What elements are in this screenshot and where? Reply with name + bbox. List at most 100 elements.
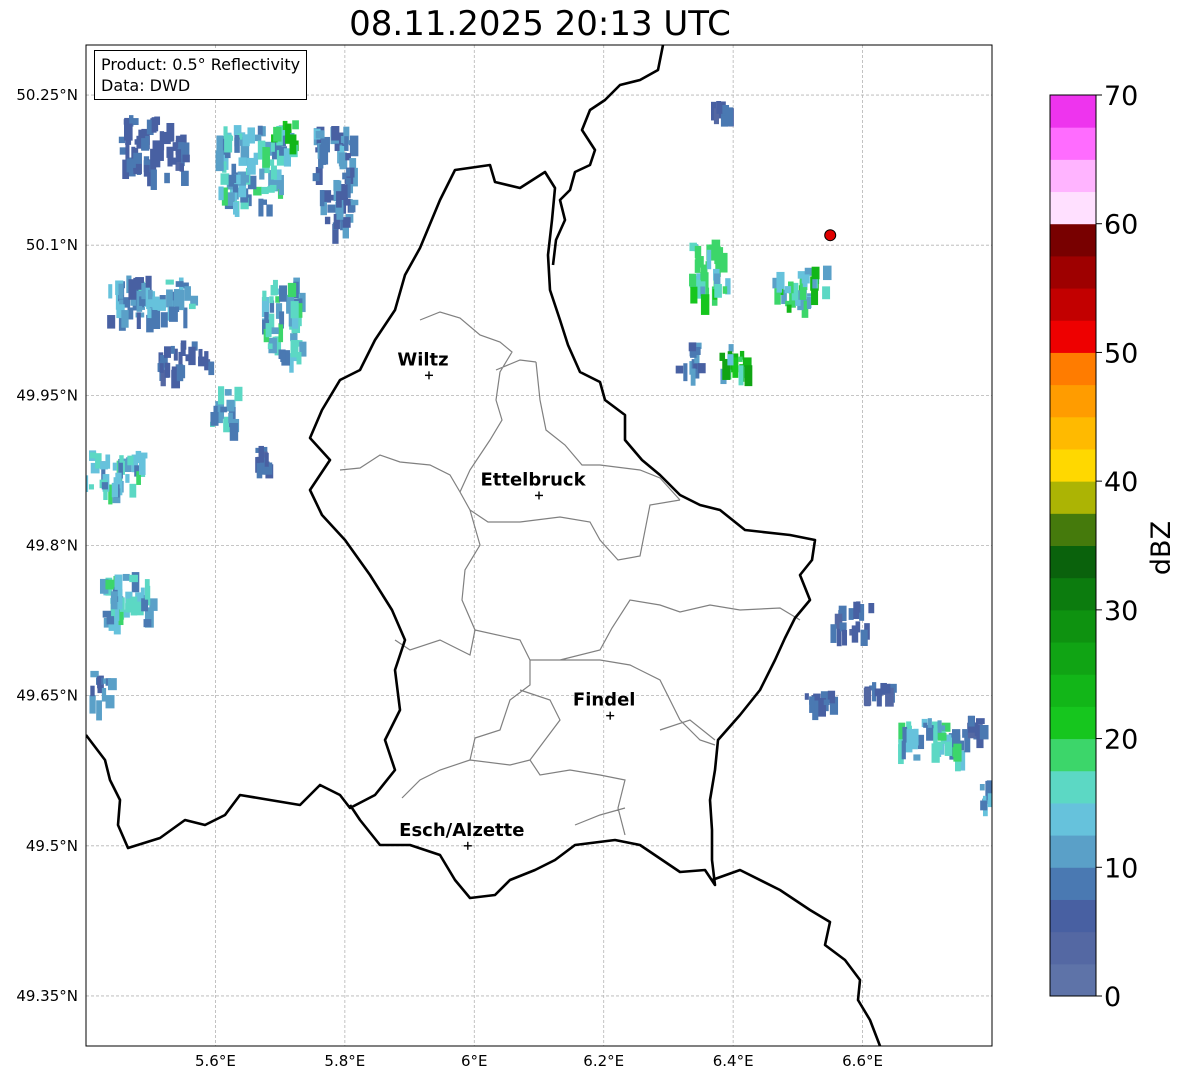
echo-pixel xyxy=(700,264,708,282)
echo-pixel xyxy=(319,190,325,207)
echo-pixel xyxy=(262,146,269,168)
echo-pixel xyxy=(689,273,697,287)
echo-pixel xyxy=(112,462,117,471)
echo-pixel xyxy=(688,342,697,352)
lon-tick-label: 5.8°E xyxy=(324,1052,365,1070)
echo-pixel xyxy=(226,399,235,412)
colorbar-tick-label: 0 xyxy=(1104,982,1121,1013)
echo-pixel xyxy=(119,455,124,463)
echo-pixel xyxy=(122,573,130,581)
echo-pixel xyxy=(238,157,247,166)
echo-pixel xyxy=(198,356,206,367)
colorbar-segment xyxy=(1050,159,1096,193)
echo-pixel xyxy=(993,800,998,819)
echo-pixel xyxy=(738,356,743,362)
echo-pixel xyxy=(108,284,113,299)
lon-tick-label: 6.6°E xyxy=(842,1052,883,1070)
echo-pixel xyxy=(809,696,815,713)
colorbar-label: dBZ xyxy=(1146,521,1177,575)
echo-pixel xyxy=(986,780,992,792)
lat-tick-label: 49.5°N xyxy=(26,837,78,855)
echo-pixel xyxy=(267,343,273,350)
echo-pixel xyxy=(806,297,811,310)
echo-pixel xyxy=(179,163,185,172)
echo-pixel xyxy=(344,136,349,151)
echo-pixel xyxy=(111,482,119,498)
echo-pixel xyxy=(280,351,286,362)
echo-pixel xyxy=(776,285,783,293)
echo-pixel xyxy=(210,411,219,426)
info-data-source: Data: DWD xyxy=(101,76,191,95)
colorbar-segment xyxy=(1050,577,1096,611)
echo-pixel xyxy=(331,126,340,141)
echo-pixel xyxy=(786,304,792,313)
echo-pixel xyxy=(839,622,847,629)
echo-pixel xyxy=(266,204,273,217)
colorbar-segment xyxy=(1050,963,1096,997)
echo-pixel xyxy=(259,199,268,205)
echo-pixel xyxy=(169,157,177,165)
echo-pixel xyxy=(346,168,351,177)
echo-pixel xyxy=(184,286,191,301)
colorbar-tick-label: 10 xyxy=(1104,853,1138,884)
echo-pixel xyxy=(128,279,137,300)
echo-pixel xyxy=(166,146,174,158)
city-label: Ettelbruck xyxy=(480,469,586,490)
echo-pixel xyxy=(217,386,225,405)
echo-pixel xyxy=(851,625,859,643)
location-marker-icon[interactable] xyxy=(824,229,837,242)
echo-pixel xyxy=(334,143,340,152)
radar-map[interactable]: Wiltz Ettelbruck Findel Esch/Alzette 50.25°… xyxy=(0,0,1184,1081)
echo-pixel xyxy=(690,286,698,304)
echo-pixel xyxy=(906,728,916,747)
echo-pixel xyxy=(968,715,975,727)
echo-pixel xyxy=(125,143,130,161)
lon-tick-label: 5.6°E xyxy=(195,1052,236,1070)
echo-pixel xyxy=(933,728,938,747)
echo-pixel xyxy=(262,290,267,301)
echo-pixel xyxy=(127,455,134,466)
lat-tick-label: 49.65°N xyxy=(16,687,78,705)
echo-pixel xyxy=(257,125,263,136)
echo-pixel xyxy=(97,676,102,689)
echo-pixel xyxy=(96,700,102,721)
lat-tick-label: 49.8°N xyxy=(26,537,78,555)
echo-pixel xyxy=(234,386,243,402)
colorbar-segment xyxy=(1050,448,1096,482)
lat-tick-label: 50.1°N xyxy=(26,236,78,254)
echo-pixel xyxy=(795,299,801,306)
echo-pixel xyxy=(136,312,141,330)
echo-pixel xyxy=(913,754,921,761)
colorbar-tick-label: 70 xyxy=(1104,81,1138,112)
lon-tick-label: 6°E xyxy=(461,1052,488,1070)
colorbar-segment xyxy=(1050,416,1096,450)
echo-pixel xyxy=(105,579,114,590)
colorbar-segment xyxy=(1050,191,1096,225)
echo-pixel xyxy=(105,695,115,709)
echo-pixel xyxy=(683,363,688,382)
echo-pixel xyxy=(148,289,153,300)
echo-pixel xyxy=(349,135,359,157)
echo-pixel xyxy=(101,687,107,702)
echo-pixel xyxy=(213,405,218,413)
echo-pixel xyxy=(697,363,706,374)
echo-pixel xyxy=(937,732,947,741)
echo-pixel xyxy=(690,368,696,386)
colorbar-segment xyxy=(1050,674,1096,707)
colorbar-segment xyxy=(1050,288,1096,321)
echo-pixel xyxy=(229,422,239,441)
colorbar-segment xyxy=(1050,223,1096,257)
echo-pixel xyxy=(121,310,129,328)
echo-pixel xyxy=(874,688,883,697)
colorbar-segment xyxy=(1050,352,1096,386)
echo-pixel xyxy=(868,603,875,614)
city-label: Esch/Alzette xyxy=(399,820,524,841)
echo-pixel xyxy=(151,308,161,330)
echo-pixel xyxy=(696,346,701,355)
echo-pixel xyxy=(216,135,223,153)
echo-pixel xyxy=(123,123,133,141)
echo-pixel xyxy=(273,126,282,142)
echo-pixel xyxy=(223,126,228,139)
echo-pixel xyxy=(324,216,331,225)
echo-pixel xyxy=(992,776,998,786)
